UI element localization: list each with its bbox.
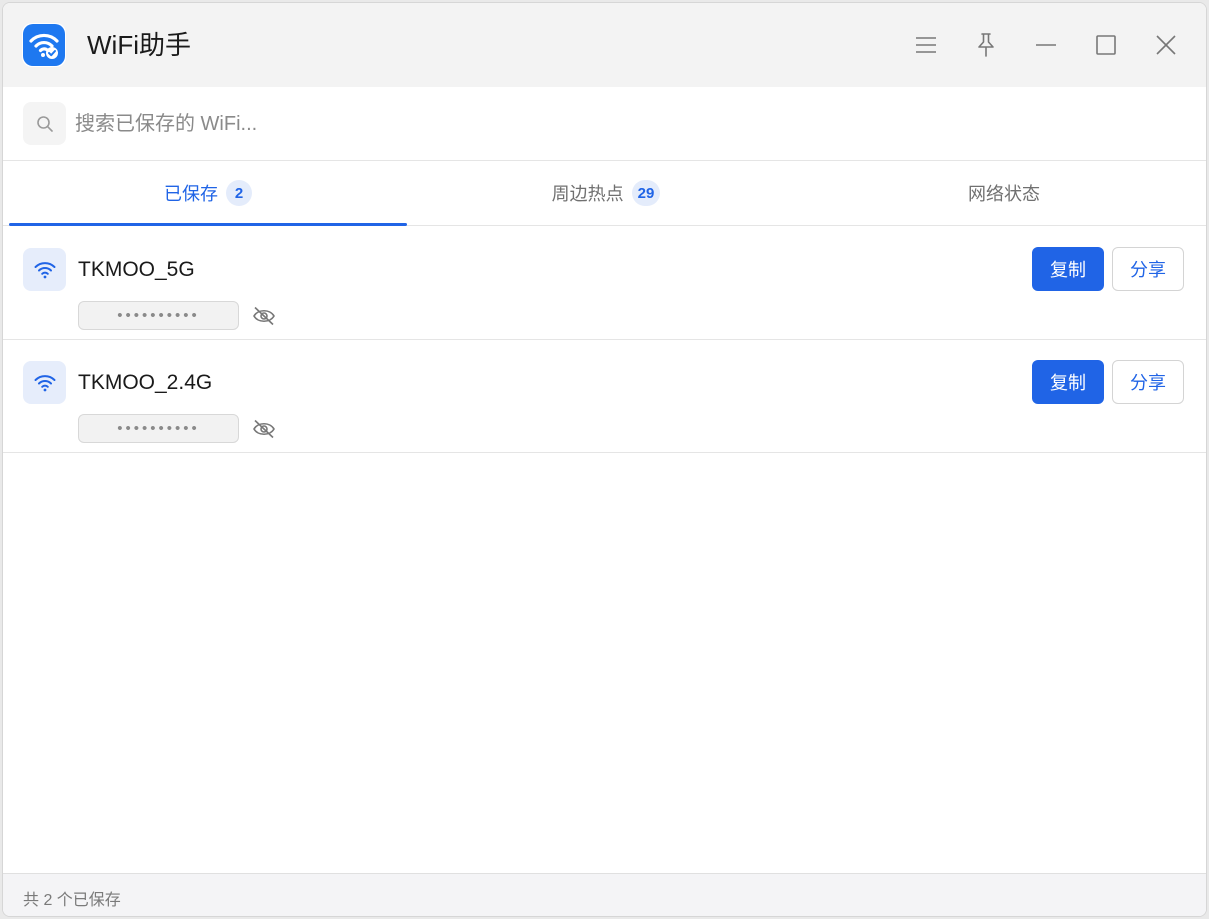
search-icon[interactable] <box>23 102 66 145</box>
status-bar: 共 2 个已保存 <box>3 873 1206 916</box>
eye-off-icon[interactable] <box>249 303 279 329</box>
count-badge: 2 <box>226 180 252 206</box>
count-badge: 29 <box>631 180 661 206</box>
share-button[interactable]: 分享 <box>1112 247 1184 291</box>
maximize-icon[interactable] <box>1086 25 1126 65</box>
search-bar <box>3 87 1206 161</box>
tab-nearby-hotspots[interactable]: 周边热点 29 <box>407 161 805 225</box>
wifi-icon <box>23 361 66 404</box>
tab-label: 周边热点 <box>551 184 624 204</box>
search-input[interactable] <box>75 104 1175 144</box>
list-item: TKMOO_2.4G •••••••••• 复制 分享 <box>3 340 1206 453</box>
tab-label: 网络状态 <box>968 184 1040 204</box>
close-icon[interactable] <box>1146 25 1186 65</box>
tab-network-status[interactable]: 网络状态 <box>805 161 1203 225</box>
tab-saved[interactable]: 已保存 2 <box>9 161 407 226</box>
copy-button[interactable]: 复制 <box>1032 247 1104 291</box>
eye-off-icon[interactable] <box>249 416 279 442</box>
app-window: WiFi助手 搜索已保存的 WiFi... 已保存 2 周边热点 29 网络状态… <box>2 2 1207 917</box>
wifi-ssid: TKMOO_2.4G <box>78 371 213 394</box>
app-logo <box>22 23 66 67</box>
list-item: TKMOO_5G •••••••••• 复制 分享 <box>3 227 1206 340</box>
tab-label: 已保存 <box>164 184 218 204</box>
app-title: WiFi助手 <box>87 30 191 60</box>
menu-icon[interactable] <box>906 25 946 65</box>
title-bar: WiFi助手 <box>3 3 1206 87</box>
pin-icon[interactable] <box>966 25 1006 65</box>
tab-bar: 已保存 2 周边热点 29 网络状态 <box>3 161 1206 226</box>
wifi-check-icon <box>23 24 65 66</box>
wifi-ssid: TKMOO_5G <box>78 258 195 281</box>
password-field: •••••••••• <box>78 301 239 330</box>
share-button[interactable]: 分享 <box>1112 360 1184 404</box>
wifi-icon <box>23 248 66 291</box>
password-field: •••••••••• <box>78 414 239 443</box>
minimize-icon[interactable] <box>1026 25 1066 65</box>
copy-button[interactable]: 复制 <box>1032 360 1104 404</box>
status-text: 共 2 个已保存 <box>23 892 121 909</box>
